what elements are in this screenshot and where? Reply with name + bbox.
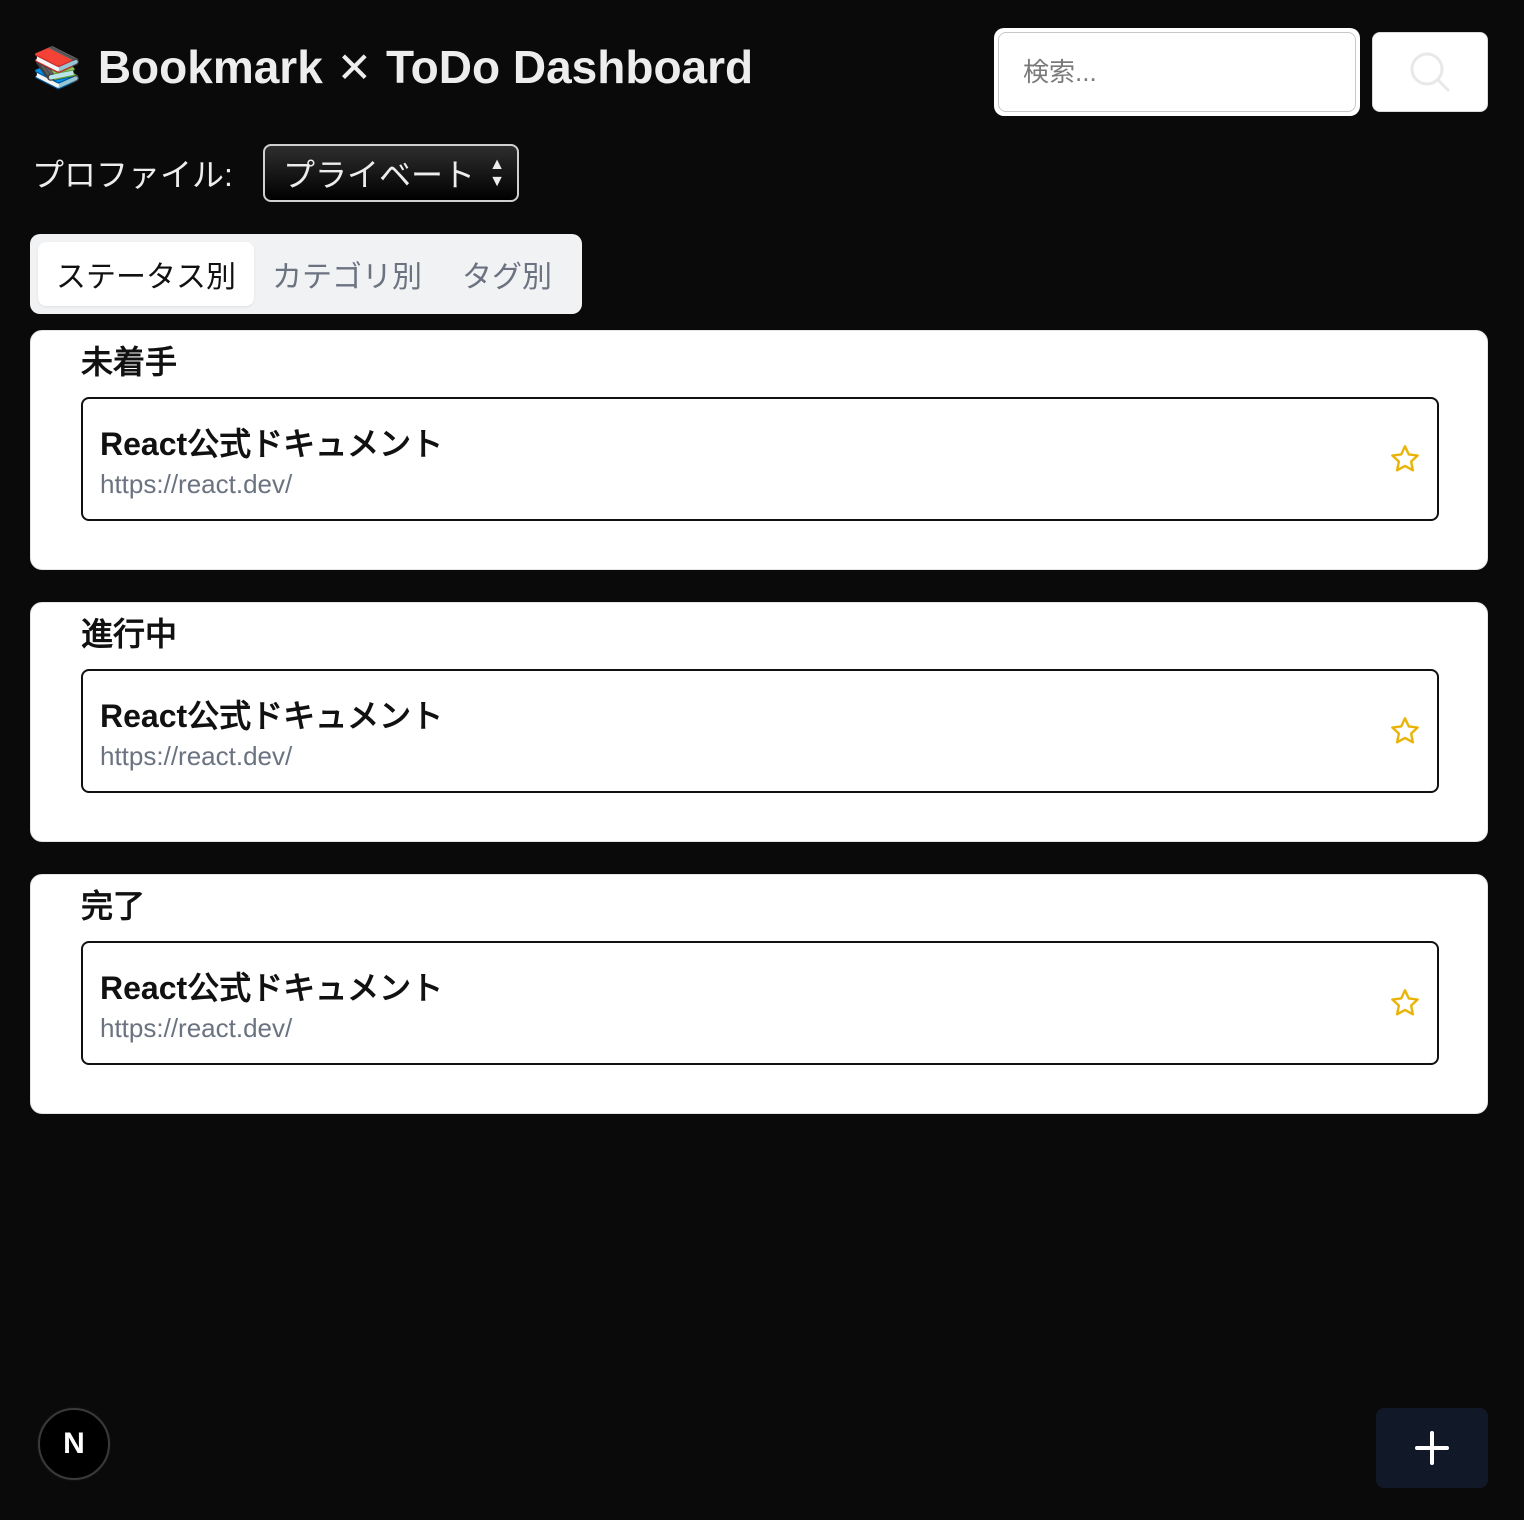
bookmark-card[interactable]: React公式ドキュメント https://react.dev/ xyxy=(81,397,1439,521)
search-input[interactable] xyxy=(998,32,1356,112)
profile-select-value: プライベート xyxy=(283,157,476,193)
select-arrows-icon: ▲ ▼ xyxy=(489,156,505,190)
bookmark-url[interactable]: https://react.dev/ xyxy=(100,741,292,772)
profile-label: プロファイル: xyxy=(32,157,233,193)
bookmark-title: React公式ドキュメント xyxy=(100,970,444,1006)
section-title: 未着手 xyxy=(81,344,178,380)
section-title: 進行中 xyxy=(81,616,178,652)
bookmark-url[interactable]: https://react.dev/ xyxy=(100,469,292,500)
books-emoji-icon: 📚 xyxy=(32,45,82,90)
section-title: 完了 xyxy=(81,888,146,924)
tab-tag[interactable]: タグ別 xyxy=(440,242,574,306)
search-icon xyxy=(1410,52,1450,92)
plus-icon xyxy=(1415,1431,1449,1465)
bookmark-url[interactable]: https://react.dev/ xyxy=(100,1013,292,1044)
tab-category[interactable]: カテゴリ別 xyxy=(254,242,440,306)
nextjs-dev-badge[interactable]: N xyxy=(38,1408,110,1480)
star-icon[interactable] xyxy=(1389,443,1421,475)
star-icon[interactable] xyxy=(1389,987,1421,1019)
tab-status[interactable]: ステータス別 xyxy=(38,242,254,306)
bookmark-title: React公式ドキュメント xyxy=(100,698,444,734)
nextjs-logo-icon: N xyxy=(63,1427,85,1460)
title-separator: ✕ xyxy=(336,43,372,91)
search-box xyxy=(994,28,1360,116)
status-section-todo: 未着手 React公式ドキュメント https://react.dev/ xyxy=(30,330,1488,570)
bookmark-title: React公式ドキュメント xyxy=(100,426,444,462)
view-tabs: ステータス別 カテゴリ別 タグ別 xyxy=(30,234,582,314)
dashboard-page: 📚 Bookmark ✕ ToDo Dashboard プロファイル: プライベ… xyxy=(0,0,1524,1520)
title-todo-dashboard: ToDo Dashboard xyxy=(385,41,754,93)
status-section-in-progress: 進行中 React公式ドキュメント https://react.dev/ xyxy=(30,602,1488,842)
title-bookmark: Bookmark xyxy=(97,41,323,93)
status-section-done: 完了 React公式ドキュメント https://react.dev/ xyxy=(30,874,1488,1114)
add-bookmark-button[interactable] xyxy=(1376,1408,1488,1488)
bookmark-card[interactable]: React公式ドキュメント https://react.dev/ xyxy=(81,669,1439,793)
bookmark-card[interactable]: React公式ドキュメント https://react.dev/ xyxy=(81,941,1439,1065)
star-icon[interactable] xyxy=(1389,715,1421,747)
page-title: 📚 Bookmark ✕ ToDo Dashboard xyxy=(32,40,753,94)
profile-select[interactable]: プライベート ▲ ▼ xyxy=(263,144,519,202)
search-button[interactable] xyxy=(1372,32,1488,112)
